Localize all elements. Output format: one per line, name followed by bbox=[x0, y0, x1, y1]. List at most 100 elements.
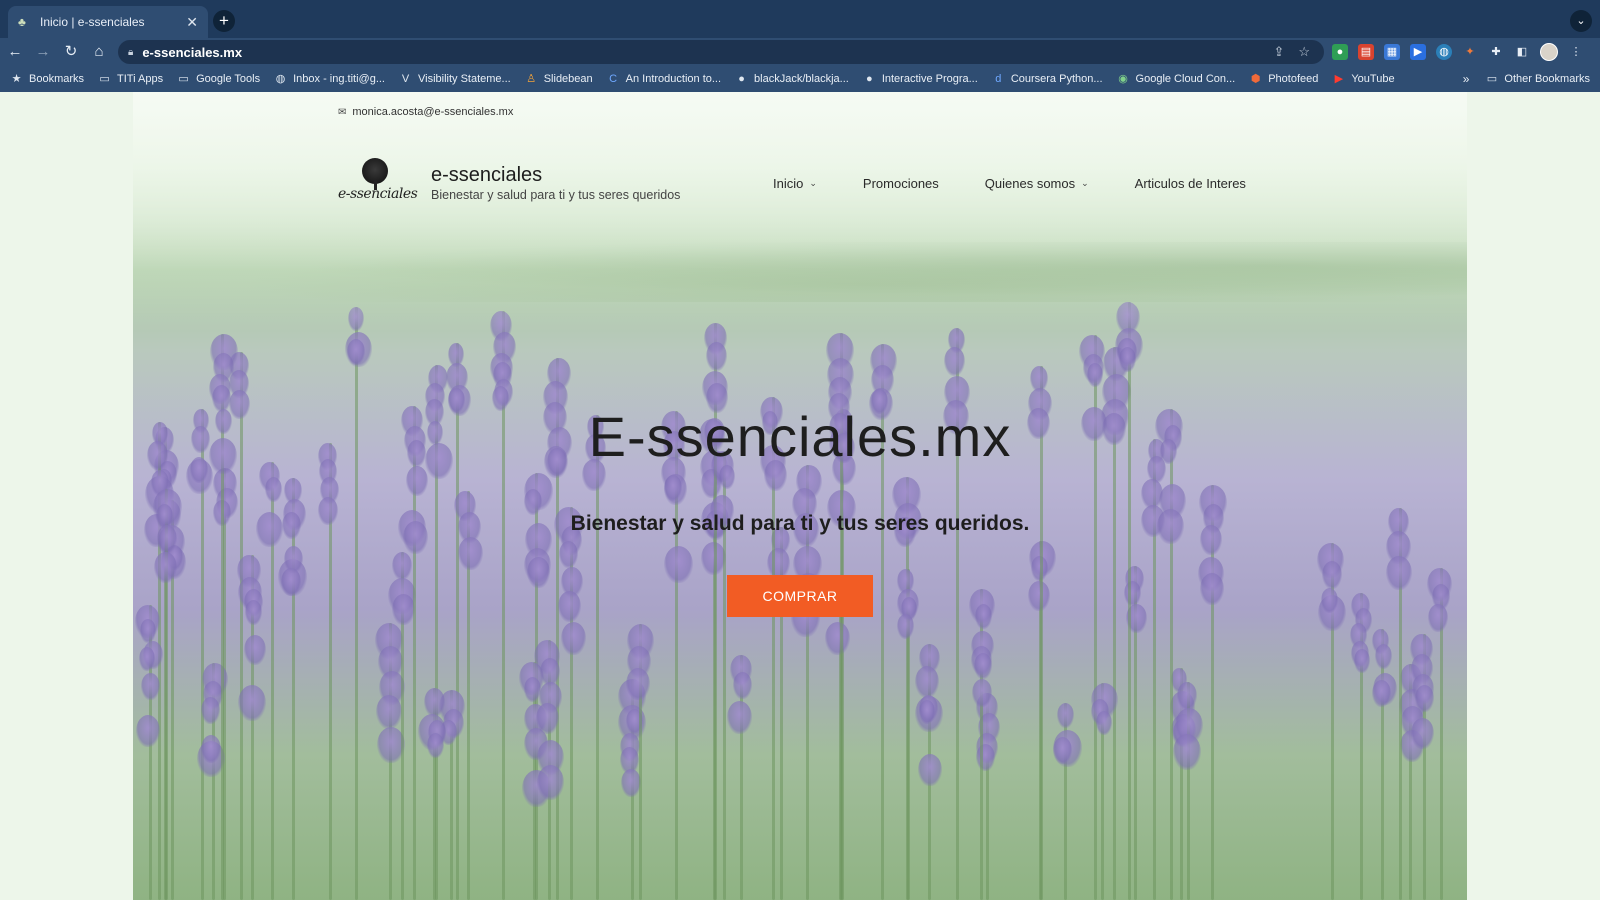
extension-green-icon[interactable]: ● bbox=[1332, 44, 1348, 60]
lavender-bloom bbox=[280, 568, 301, 596]
bookmark-item[interactable]: ● Interactive Progra... bbox=[863, 73, 978, 86]
lavender-bloom bbox=[726, 701, 752, 734]
google-cloud-icon: ◉ bbox=[1118, 72, 1128, 85]
forward-button[interactable]: → bbox=[30, 40, 56, 64]
side-panel-icon[interactable]: ◧ bbox=[1514, 44, 1530, 60]
home-button[interactable]: ⌂ bbox=[86, 40, 112, 64]
lavender-bloom bbox=[536, 703, 560, 734]
hero-section: ✉ monica.acosta@e-ssenciales.mx e-ssenci… bbox=[133, 92, 1467, 900]
lavender-stem bbox=[1128, 302, 1131, 900]
bookmarks-right: » ▭ Other Bookmarks bbox=[1463, 66, 1590, 92]
hero-title: E-ssenciales.mx bbox=[588, 405, 1012, 468]
new-tab-button[interactable]: + bbox=[213, 10, 235, 32]
nav-item-promociones[interactable]: Promociones bbox=[863, 176, 939, 191]
lavender-bloom bbox=[237, 685, 266, 721]
lavender-bloom bbox=[1119, 347, 1137, 372]
nav-item-quienes-somos[interactable]: Quienes somos ⌄ bbox=[985, 176, 1089, 191]
lavender-bloom bbox=[392, 594, 416, 625]
lavender-stem bbox=[355, 307, 358, 900]
bookmark-label: Google Tools bbox=[196, 73, 261, 85]
lock-icon[interactable]: 🔒︎ bbox=[128, 47, 133, 58]
lavender-bloom bbox=[1086, 363, 1103, 387]
extension-globe-icon[interactable]: ◍ bbox=[1436, 44, 1452, 60]
c-icon: C bbox=[609, 72, 618, 85]
lavender-bloom bbox=[975, 744, 995, 771]
lavender-bloom bbox=[974, 604, 992, 629]
lavender-bloom bbox=[974, 653, 993, 679]
lavender-bloom bbox=[405, 466, 428, 496]
bookmark-label: TITi Apps bbox=[117, 73, 164, 85]
other-bookmarks[interactable]: ▭ Other Bookmarks bbox=[1485, 73, 1590, 86]
lavender-bloom bbox=[917, 754, 942, 786]
lavender-bloom bbox=[1371, 680, 1391, 707]
lavender-bloom bbox=[1321, 561, 1342, 589]
bookmark-item[interactable]: ● blackJack/blackja... bbox=[735, 73, 849, 86]
github-icon: ● bbox=[865, 72, 873, 85]
bookmark-label: Slidebean bbox=[543, 73, 593, 85]
lavender-bloom bbox=[346, 339, 365, 365]
bookmark-label: Inbox - ing.titi@g... bbox=[293, 73, 385, 85]
lavender-bloom bbox=[1095, 711, 1112, 735]
site-title[interactable]: e-ssenciales bbox=[431, 164, 542, 187]
more-bookmarks-chevron-icon[interactable]: » bbox=[1463, 72, 1470, 86]
lavender-bloom bbox=[1057, 703, 1075, 728]
nav-item-inicio[interactable]: Inicio ⌄ bbox=[773, 176, 817, 191]
contact-email-link[interactable]: monica.acosta@e-ssenciales.mx bbox=[352, 106, 513, 118]
lavender-bloom bbox=[201, 735, 222, 763]
bookmarks-bar: ★ Bookmarks ▭ TITi Apps ▭ Google Tools ◍ Inb… bbox=[0, 66, 1600, 92]
bookmark-item[interactable]: V Visibility Stateme... bbox=[399, 73, 511, 86]
bookmark-label: Photofeed bbox=[1268, 73, 1319, 85]
browser-menu-icon[interactable]: ⋮ bbox=[1568, 44, 1584, 60]
comprar-button[interactable]: COMPRAR bbox=[727, 575, 873, 617]
chevron-down-icon: ⌄ bbox=[1081, 178, 1089, 188]
lavender-bloom bbox=[1385, 556, 1412, 590]
nav-label: Promociones bbox=[862, 176, 939, 191]
bookmark-item[interactable]: C An Introduction to... bbox=[607, 73, 721, 86]
bookmark-star-icon[interactable]: ☆ bbox=[1298, 44, 1310, 60]
bookmark-item[interactable]: ⬢ Photofeed bbox=[1249, 73, 1318, 86]
lavender-bloom bbox=[1052, 737, 1072, 764]
bookmark-item[interactable]: ▭ TITi Apps bbox=[98, 73, 163, 86]
lavender-bloom bbox=[1321, 588, 1339, 613]
profile-avatar[interactable] bbox=[1540, 43, 1558, 61]
d-icon: d bbox=[995, 72, 1002, 85]
extensions-puzzle-icon[interactable]: ✚ bbox=[1488, 44, 1504, 60]
hero-subtitle: Bienestar y salud para ti y tus seres qu… bbox=[570, 512, 1030, 535]
globe-icon: ◍ bbox=[275, 72, 286, 85]
address-bar[interactable]: 🔒︎ e-ssenciales.mx ⇪ ☆ bbox=[118, 40, 1324, 64]
bookmark-item[interactable]: d Coursera Python... bbox=[992, 72, 1102, 86]
back-button[interactable]: ← bbox=[2, 40, 28, 64]
close-tab-icon[interactable]: ✕ bbox=[186, 14, 198, 31]
lavender-bloom bbox=[706, 342, 727, 371]
bookmark-item[interactable]: ♙ Slidebean bbox=[525, 73, 593, 86]
lavender-bloom bbox=[1173, 734, 1202, 770]
extension-fox-icon[interactable]: ✦ bbox=[1462, 44, 1478, 60]
reload-button[interactable]: ↻ bbox=[58, 40, 84, 64]
lavender-stem bbox=[1381, 629, 1384, 900]
github-icon: ● bbox=[738, 72, 745, 85]
bookmark-item[interactable]: ◉ Google Cloud Con... bbox=[1117, 72, 1235, 86]
extension-red-icon[interactable]: ▤ bbox=[1358, 44, 1374, 60]
lavender-bloom bbox=[424, 688, 446, 717]
bookmark-item[interactable]: ◍ Inbox - ing.titi@g... bbox=[274, 73, 385, 86]
bookmark-label: Interactive Progra... bbox=[881, 73, 978, 85]
lavender-bloom bbox=[1414, 685, 1434, 712]
lavender-bloom bbox=[140, 619, 157, 643]
address-url[interactable]: e-ssenciales.mx bbox=[142, 45, 1273, 60]
nav-label: Quienes somos bbox=[984, 176, 1076, 191]
nav-item-articulos[interactable]: Articulos de Interes bbox=[1135, 176, 1246, 191]
share-icon[interactable]: ⇪ bbox=[1273, 44, 1284, 60]
extension-video-icon[interactable]: ▶ bbox=[1410, 44, 1426, 60]
page-viewport: ✉ monica.acosta@e-ssenciales.mx e-ssenci… bbox=[0, 92, 1600, 900]
extension-blue-doc-icon[interactable]: ▦ bbox=[1384, 44, 1400, 60]
tab-search-button[interactable]: ⌄ bbox=[1570, 10, 1592, 32]
bookmark-item[interactable]: ★ Bookmarks bbox=[10, 73, 84, 86]
folder-icon: ▭ bbox=[178, 72, 189, 85]
lavender-bloom bbox=[140, 673, 160, 700]
bookmark-item[interactable]: ▶ YouTube bbox=[1332, 73, 1395, 86]
nav-label: Inicio bbox=[773, 176, 804, 191]
browser-tab-active[interactable]: ♣ Inicio | e-ssenciales ✕ bbox=[8, 6, 208, 38]
lavender-bloom bbox=[1410, 718, 1434, 749]
bookmark-item[interactable]: ▭ Google Tools bbox=[177, 73, 260, 86]
site-logo[interactable]: e-ssenciales bbox=[338, 158, 418, 208]
